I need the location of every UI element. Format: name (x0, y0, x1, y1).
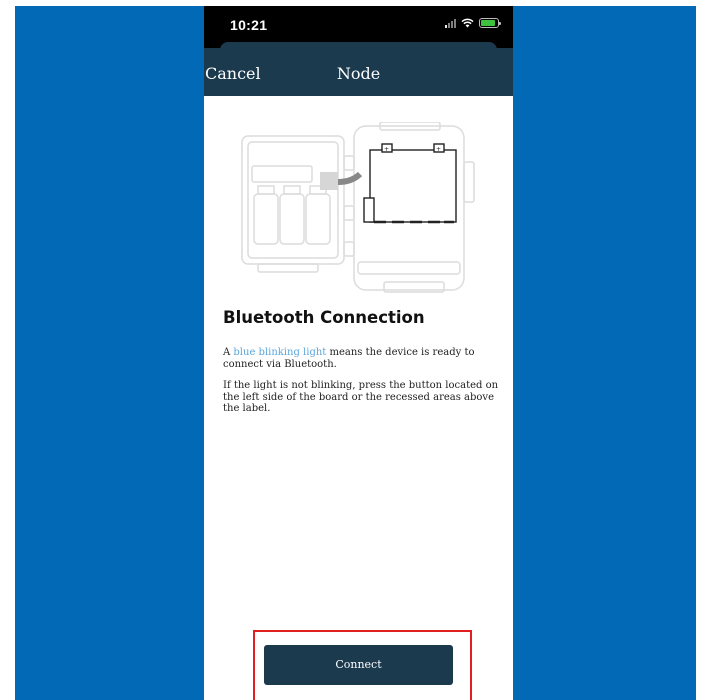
paragraph1-prefix: A (223, 347, 234, 358)
battery-charging-icon (479, 18, 501, 28)
instruction-paragraph-1: A blue blinking light means the device i… (223, 347, 507, 370)
instruction-paragraph-2: If the light is not blinking, press the … (223, 380, 499, 414)
blue-light-link[interactable]: blue blinking light (233, 347, 326, 358)
phone-screen: 10:21 Cancel Node + + Bluetooth Connecti… (204, 6, 513, 700)
navigation-bar: Cancel Node (204, 42, 513, 96)
sheet-lip (220, 42, 497, 52)
signal-icon (445, 18, 456, 28)
device-illustration: + + (241, 122, 475, 293)
page-title: Node (336, 64, 381, 83)
wifi-icon (461, 18, 474, 28)
svg-text:+: + (384, 146, 389, 153)
section-heading: Bluetooth Connection (223, 308, 425, 327)
status-time: 10:21 (230, 17, 268, 33)
svg-text:+: + (436, 146, 441, 153)
status-icons (445, 18, 501, 28)
connect-button[interactable]: Connect (264, 645, 453, 685)
